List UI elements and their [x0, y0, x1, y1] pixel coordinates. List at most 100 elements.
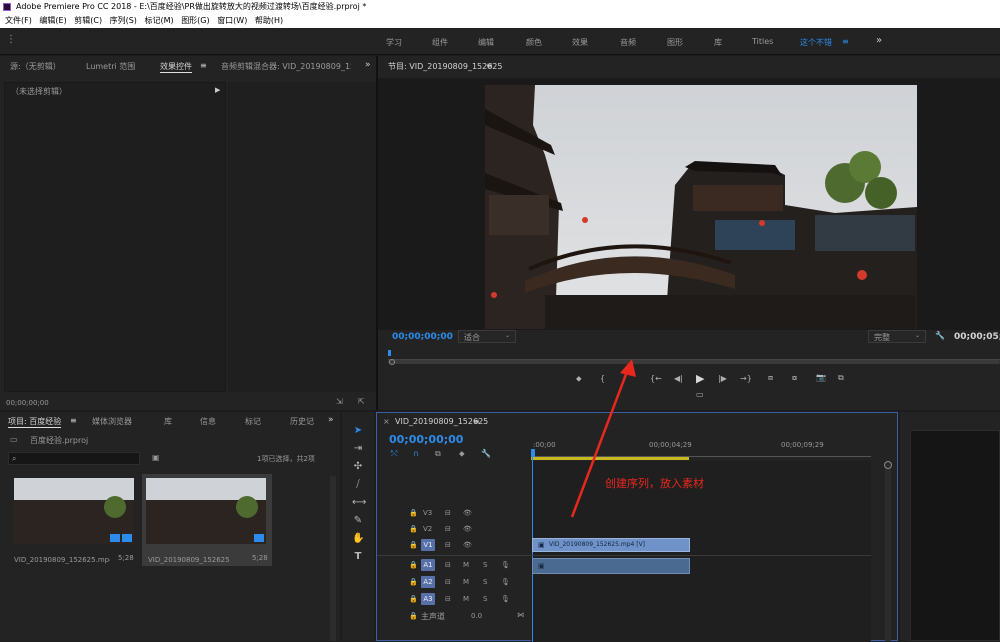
tab-media-browser[interactable]: 媒体浏览器: [92, 416, 132, 427]
tab-markers[interactable]: 标记: [245, 416, 261, 427]
workspace-overflow-icon[interactable]: »: [876, 35, 882, 46]
lock-icon[interactable]: 🔒: [409, 578, 418, 586]
comparison-view-icon[interactable]: ⧉: [838, 373, 844, 383]
filter-icon[interactable]: ⇲: [336, 397, 343, 406]
track-a1-label[interactable]: A1: [421, 559, 435, 571]
mic-icon[interactable]: 🎙: [501, 595, 510, 603]
project-scrollbar[interactable]: [330, 476, 336, 641]
workspace-assembly[interactable]: 组件: [432, 37, 448, 48]
hand-tool-icon[interactable]: ✋: [352, 533, 364, 545]
quality-dropdown[interactable]: 完整 ⌄: [868, 330, 926, 343]
tab-history[interactable]: 历史记: [290, 416, 314, 427]
track-a2-label[interactable]: A2: [421, 576, 435, 588]
lift-icon[interactable]: ⧈: [768, 373, 773, 383]
workspace-color[interactable]: 颜色: [526, 37, 542, 48]
pen-tool-icon[interactable]: ✎: [352, 515, 364, 527]
workspace-learning[interactable]: 学习: [386, 37, 402, 48]
tab-source[interactable]: 源:（无剪辑）: [10, 61, 61, 72]
eye-icon[interactable]: 👁: [463, 525, 472, 533]
tab-effect-controls[interactable]: 效果控件: [160, 61, 192, 73]
timeline-zoom-handle[interactable]: [884, 461, 892, 469]
fit-dropdown[interactable]: 适合 ⌄: [458, 330, 516, 343]
workspace-menu-icon[interactable]: ≡: [842, 37, 849, 46]
button-editor-icon[interactable]: ▭: [696, 390, 704, 399]
audio-clip[interactable]: ▣: [532, 558, 690, 574]
play-button[interactable]: ▶: [696, 372, 704, 385]
go-to-in-icon[interactable]: {←: [650, 374, 662, 383]
menu-file[interactable]: 文件(F): [5, 14, 32, 28]
workspace-titles[interactable]: Titles: [752, 37, 773, 46]
settings-wrench-icon[interactable]: 🔧: [935, 331, 945, 340]
sync-lock-icon[interactable]: ⊟: [445, 509, 451, 517]
solo-button[interactable]: S: [483, 595, 487, 603]
sync-lock-icon[interactable]: ⊟: [445, 561, 451, 569]
track-select-tool-icon[interactable]: ⇥: [352, 443, 364, 455]
menu-markers[interactable]: 标记(M): [144, 14, 173, 28]
program-menu-icon[interactable]: ≡: [486, 61, 493, 70]
mute-button[interactable]: M: [463, 578, 469, 586]
step-back-icon[interactable]: ◀|: [674, 374, 683, 383]
mic-icon[interactable]: 🎙: [501, 561, 510, 569]
ripple-edit-tool-icon[interactable]: ✣: [352, 461, 364, 473]
tab-project[interactable]: 项目: 百度经验: [8, 416, 62, 428]
master-volume[interactable]: 0.0: [471, 612, 482, 620]
step-forward-icon[interactable]: |▶: [718, 374, 727, 383]
expand-arrow-icon[interactable]: ▶: [215, 86, 220, 94]
timeline-scrollbar[interactable]: [885, 461, 891, 642]
lock-icon[interactable]: 🔒: [409, 525, 418, 533]
menu-edit[interactable]: 编辑(E): [39, 14, 66, 28]
workspace-graphics[interactable]: 图形: [667, 37, 683, 48]
tab-libraries[interactable]: 库: [164, 416, 172, 427]
eye-icon[interactable]: 👁: [463, 509, 472, 517]
tab-lumetri-scopes[interactable]: Lumetri 范围: [86, 61, 135, 72]
linked-selection-icon[interactable]: ⧉: [435, 449, 441, 459]
program-ruler[interactable]: [388, 352, 1000, 360]
lock-icon[interactable]: 🔒: [409, 509, 418, 517]
project-overflow-icon[interactable]: »: [328, 415, 334, 425]
menu-graphics[interactable]: 图形(G): [181, 14, 209, 28]
selection-tool-icon[interactable]: ➤: [352, 425, 364, 437]
workspace-audio[interactable]: 音频: [620, 37, 636, 48]
add-marker-icon-timeline[interactable]: ⬥: [459, 449, 465, 459]
program-playhead[interactable]: [388, 350, 391, 356]
razor-tool-icon[interactable]: ⧸: [352, 479, 364, 491]
menu-sequence[interactable]: 序列(S): [110, 14, 137, 28]
zoom-handle[interactable]: [389, 359, 395, 365]
workspace-editing[interactable]: 编辑: [478, 37, 494, 48]
solo-button[interactable]: S: [483, 561, 487, 569]
mute-button[interactable]: M: [463, 561, 469, 569]
video-clip[interactable]: ▣ VID_20190809_152625.mp4 [V]: [532, 538, 690, 552]
lock-icon[interactable]: 🔒: [409, 541, 418, 549]
sync-lock-icon[interactable]: ⊟: [445, 525, 451, 533]
project-menu-icon[interactable]: ≡: [70, 416, 77, 425]
workspace-libraries[interactable]: 库: [714, 37, 722, 48]
lock-icon[interactable]: 🔒: [409, 595, 418, 603]
menu-clip[interactable]: 剪辑(C): [74, 14, 102, 28]
timeline-playhead[interactable]: [531, 449, 535, 457]
program-timecode-in[interactable]: 00;00;00;00: [392, 332, 453, 342]
master-end-icon[interactable]: ⋈: [517, 611, 524, 619]
eye-icon[interactable]: 👁: [463, 541, 472, 549]
extract-icon[interactable]: ⧇: [792, 373, 797, 383]
new-bin-icon[interactable]: ▣: [152, 453, 160, 462]
project-search-input[interactable]: ⌕: [8, 452, 140, 465]
timeline-settings-icon[interactable]: 🔧: [481, 449, 491, 458]
menu-help[interactable]: 帮助(H): [255, 14, 283, 28]
workspace-effects[interactable]: 效果: [572, 37, 588, 48]
lock-icon[interactable]: 🔒: [409, 612, 418, 620]
project-item-sequence[interactable]: VID_20190809_152625 5;28: [142, 474, 272, 566]
mute-button[interactable]: M: [463, 595, 469, 603]
solo-button[interactable]: S: [483, 578, 487, 586]
menu-window[interactable]: 窗口(W): [217, 14, 247, 28]
timeline-close-icon[interactable]: ×: [383, 417, 390, 426]
slip-tool-icon[interactable]: ⟷: [352, 497, 366, 509]
sync-lock-icon[interactable]: ⊟: [445, 541, 451, 549]
tab-audio-clip-mixer[interactable]: 音频剪辑混合器: VID_20190809_15262: [221, 61, 351, 72]
workspace-custom[interactable]: 这个不错: [800, 37, 832, 48]
mic-icon[interactable]: 🎙: [501, 578, 510, 586]
snap-icon[interactable]: ∩: [413, 449, 419, 458]
go-to-out-icon[interactable]: →}: [740, 374, 752, 383]
type-tool-icon[interactable]: T: [352, 551, 364, 563]
lock-icon[interactable]: 🔒: [409, 561, 418, 569]
tab-info[interactable]: 信息: [200, 416, 216, 427]
